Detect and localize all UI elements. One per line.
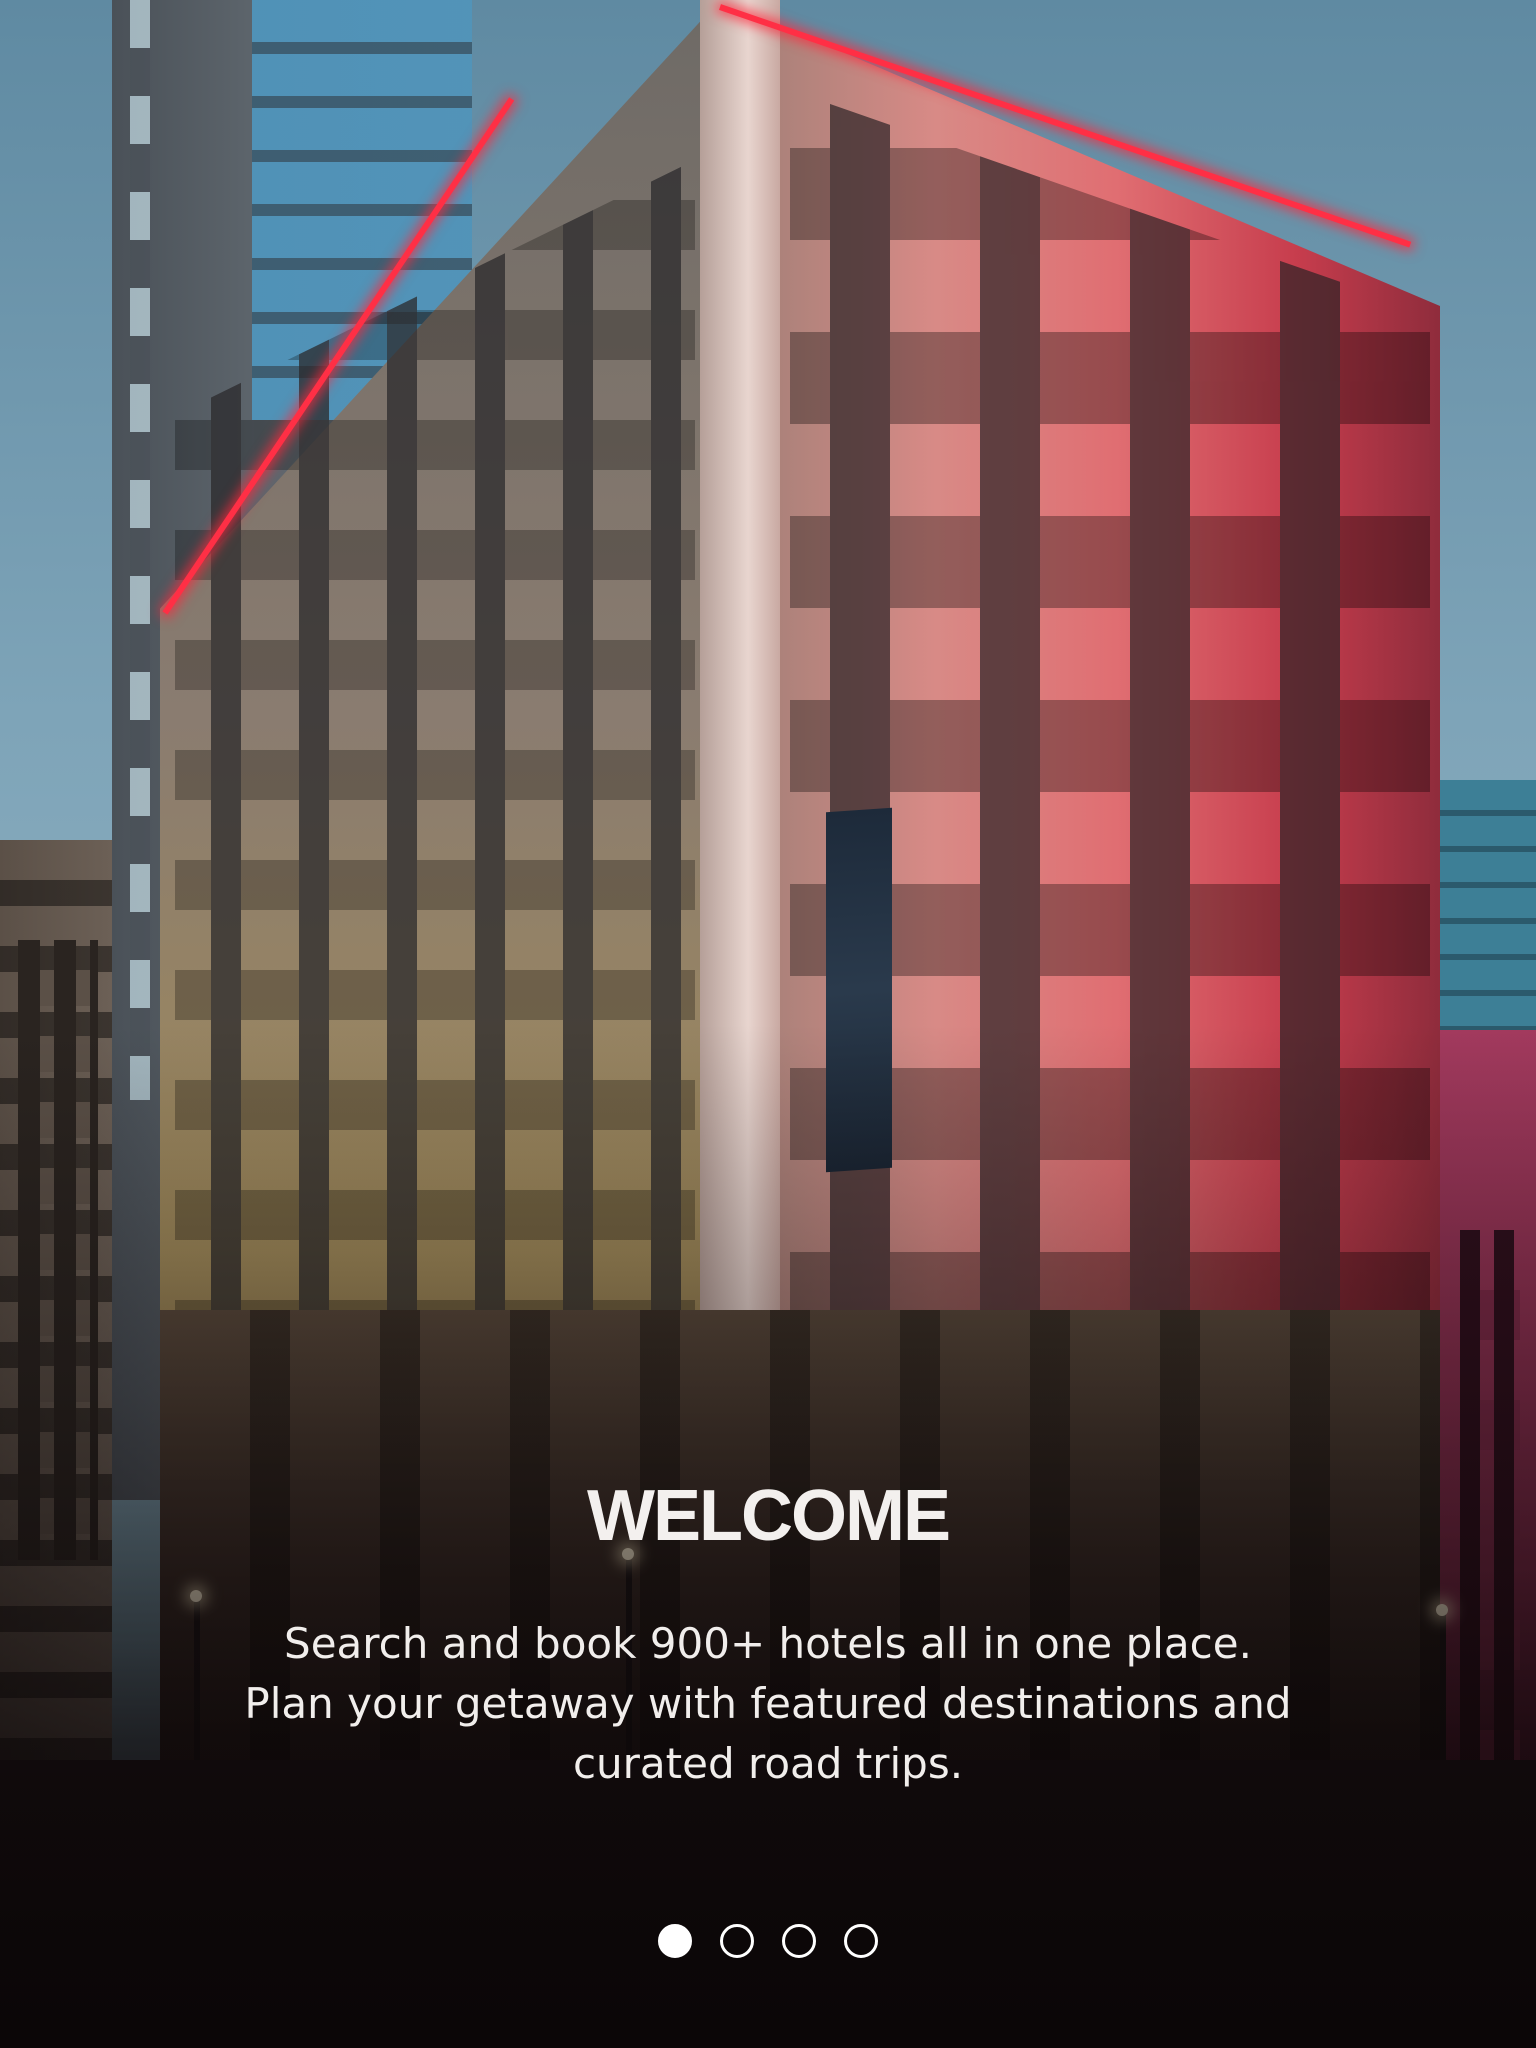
welcome-content: WELCOME Search and book 900+ hotels all … [0,1468,1536,1794]
page-dot-3[interactable] [782,1924,816,1958]
welcome-description: Search and book 900+ hotels all in one p… [244,1619,1292,1788]
page-dot-4[interactable] [844,1924,878,1958]
onboarding-screen[interactable]: WELCOME Search and book 900+ hotels all … [0,0,1536,2048]
page-indicator [0,1924,1536,1960]
page-dot-2[interactable] [720,1924,754,1958]
welcome-title: WELCOME [587,1476,951,1556]
page-dot-1[interactable] [658,1924,692,1958]
